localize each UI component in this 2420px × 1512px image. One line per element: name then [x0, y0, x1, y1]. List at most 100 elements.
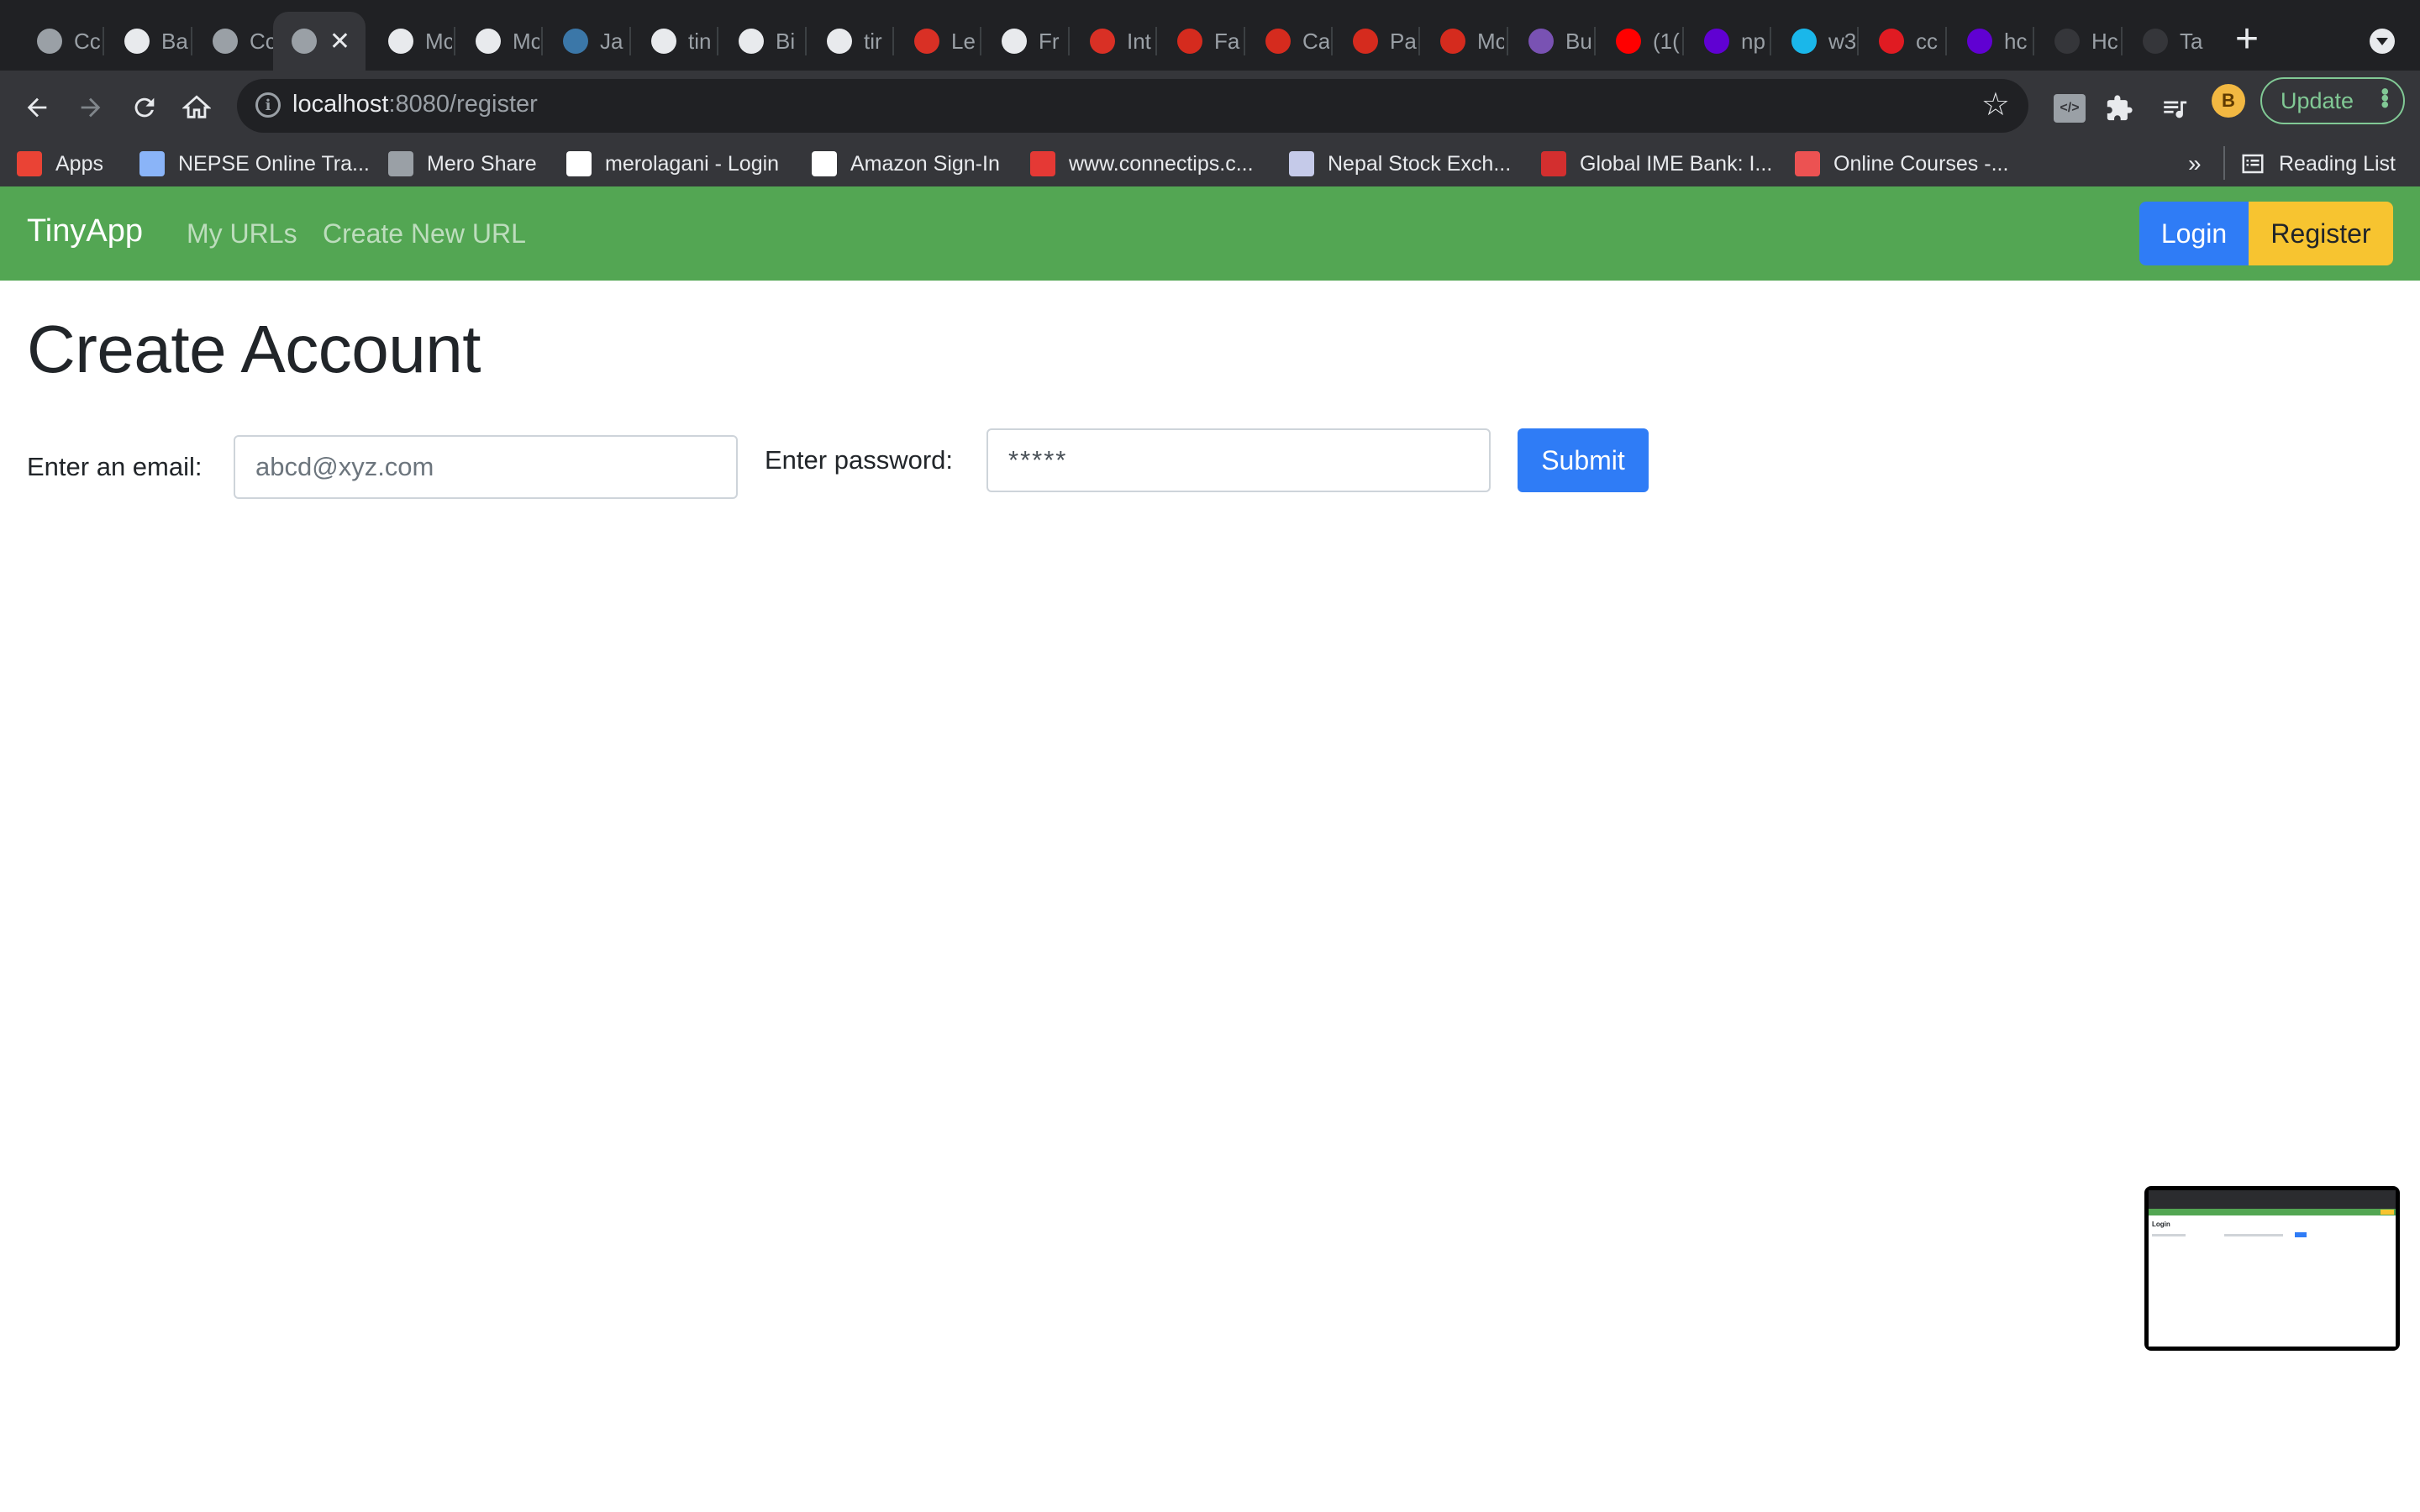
apps-grid-icon — [17, 151, 42, 176]
extensions-puzzle-icon[interactable] — [2101, 89, 2138, 128]
mero-share-icon — [388, 151, 413, 176]
address-url[interactable]: localhost:8080/register — [292, 91, 538, 118]
bookmark-item[interactable]: Nepal Stock Exch... — [1289, 141, 1511, 186]
media-queue-icon[interactable] — [2156, 89, 2193, 128]
browser-tab[interactable]: Hc — [2036, 12, 2118, 71]
browser-tab[interactable]: tin — [633, 12, 715, 71]
dev-tools-extension-icon[interactable]: </> — [2054, 94, 2086, 123]
browser-tab[interactable]: Ja — [544, 12, 627, 71]
reload-button[interactable] — [121, 84, 168, 131]
tab-separator — [1770, 27, 1771, 55]
browser-tab[interactable]: Mc — [457, 12, 539, 71]
bookmark-item[interactable]: merolagani - Login — [566, 141, 779, 186]
tab-separator — [1331, 27, 1333, 55]
browser-tab[interactable]: hc — [1949, 12, 2031, 71]
youtube-icon — [1616, 29, 1641, 54]
tab-title: Fr — [1039, 28, 1060, 54]
tab-title: Fa — [1214, 28, 1240, 54]
page-title: Create Account — [27, 312, 481, 386]
kebab-menu-icon[interactable]: ••• — [2372, 87, 2398, 107]
preview-title: Login — [2152, 1221, 2170, 1228]
browser-tab[interactable]: Cc — [18, 12, 101, 71]
browser-tab[interactable]: Ca — [1247, 12, 1329, 71]
red-square-icon — [1879, 29, 1904, 54]
login-button[interactable]: Login — [2139, 202, 2249, 265]
bookmark-item[interactable]: Global IME Bank: I... — [1541, 141, 1772, 186]
tab-title: Hc — [2091, 28, 2118, 54]
close-tab-icon[interactable]: ✕ — [329, 27, 350, 56]
home-icon — [182, 95, 211, 118]
circle-arrow-icon — [37, 29, 62, 54]
tab-separator — [1068, 27, 1070, 55]
preview-navbar — [2149, 1209, 2396, 1215]
address-bar[interactable]: i localhost:8080/register ☆ — [237, 79, 2028, 133]
register-button[interactable]: Register — [2249, 202, 2393, 265]
back-button[interactable] — [13, 84, 60, 131]
nav-create-new-url[interactable]: Create New URL — [323, 218, 526, 249]
profile-avatar[interactable]: B — [2212, 84, 2245, 118]
new-tab-button[interactable]: + — [2235, 18, 2259, 60]
tab-title: Cc — [74, 28, 101, 54]
bookmark-item[interactable]: Online Courses -... — [1795, 141, 2008, 186]
bookmark-item[interactable]: Apps — [17, 141, 103, 186]
info-icon[interactable]: i — [255, 92, 281, 118]
browser-tab[interactable]: cc — [1860, 12, 1943, 71]
browser-tab[interactable]: Mc — [1422, 12, 1504, 71]
nav-my-urls[interactable]: My URLs — [187, 218, 297, 249]
circle-arrow-icon — [213, 29, 238, 54]
browser-tab[interactable]: Bu — [1510, 12, 1592, 71]
screenshot-preview-thumbnail[interactable]: Login — [2144, 1186, 2400, 1351]
bookmark-item[interactable]: Mero Share — [388, 141, 537, 186]
bookmark-label: merolagani - Login — [605, 151, 780, 176]
browser-tab[interactable]: Int — [1071, 12, 1154, 71]
maple-leaf-icon — [1440, 29, 1465, 54]
gmail-icon — [1090, 29, 1115, 54]
bookmark-item[interactable]: www.connectips.c... — [1030, 141, 1254, 186]
browser-tab[interactable]: w3 — [1773, 12, 1855, 71]
bootstrap-icon — [1528, 29, 1554, 54]
tab-separator — [1244, 27, 1245, 55]
bookmark-label: Amazon Sign-In — [850, 151, 1000, 176]
bookmark-item[interactable]: Amazon Sign-In — [812, 141, 1000, 186]
tab-search-button[interactable] — [2370, 29, 2395, 54]
update-button[interactable]: Update ••• — [2260, 77, 2405, 124]
tab-separator — [454, 27, 455, 55]
browser-tab[interactable]: ✕ — [273, 12, 366, 71]
email-field[interactable]: abcd@xyz.com — [234, 435, 738, 499]
browser-tab[interactable]: Fr — [983, 12, 1065, 71]
browser-tab[interactable]: tir — [808, 12, 891, 71]
browser-tab[interactable]: Le — [896, 12, 978, 71]
browser-tab[interactable]: np — [1686, 12, 1768, 71]
tab-title: hc — [2004, 28, 2028, 54]
browser-tab[interactable]: Mc — [370, 12, 452, 71]
browser-tab[interactable]: Ba — [106, 12, 188, 71]
reading-list-button[interactable]: Reading List — [2240, 141, 2396, 186]
more-bookmarks-icon[interactable]: » — [2188, 141, 2202, 186]
browser-tab[interactable]: Pa — [1334, 12, 1417, 71]
bookmark-label: NEPSE Online Tra... — [178, 151, 370, 176]
browser-tab[interactable]: Fa — [1159, 12, 1241, 71]
submit-button[interactable]: Submit — [1518, 428, 1649, 492]
bookmark-item[interactable]: NEPSE Online Tra... — [139, 141, 370, 186]
bookmark-star-icon[interactable]: ☆ — [1981, 86, 2010, 123]
tab-separator — [717, 27, 718, 55]
reading-list-icon — [2242, 154, 2264, 174]
globe-icon — [292, 29, 317, 54]
maple-leaf-icon — [1177, 29, 1202, 54]
browser-tab[interactable]: Cc — [194, 12, 276, 71]
github-icon — [124, 29, 150, 54]
tab-separator — [805, 27, 807, 55]
udemy-icon — [1795, 151, 1820, 176]
arrow-left-icon — [27, 97, 47, 118]
gmail-icon — [914, 29, 939, 54]
forward-button[interactable] — [67, 84, 114, 131]
connectips-icon — [1030, 151, 1055, 176]
reading-list-label: Reading List — [2279, 151, 2396, 176]
browser-tab[interactable]: Ta — [2124, 12, 2207, 71]
app-brand[interactable]: TinyApp — [27, 213, 143, 249]
browser-tab[interactable]: (1( — [1597, 12, 1680, 71]
home-button[interactable] — [173, 84, 220, 131]
browser-tab[interactable]: Bi — [720, 12, 802, 71]
bookmark-label: Online Courses -... — [1833, 151, 2009, 176]
password-field[interactable]: ***** — [986, 428, 1491, 492]
